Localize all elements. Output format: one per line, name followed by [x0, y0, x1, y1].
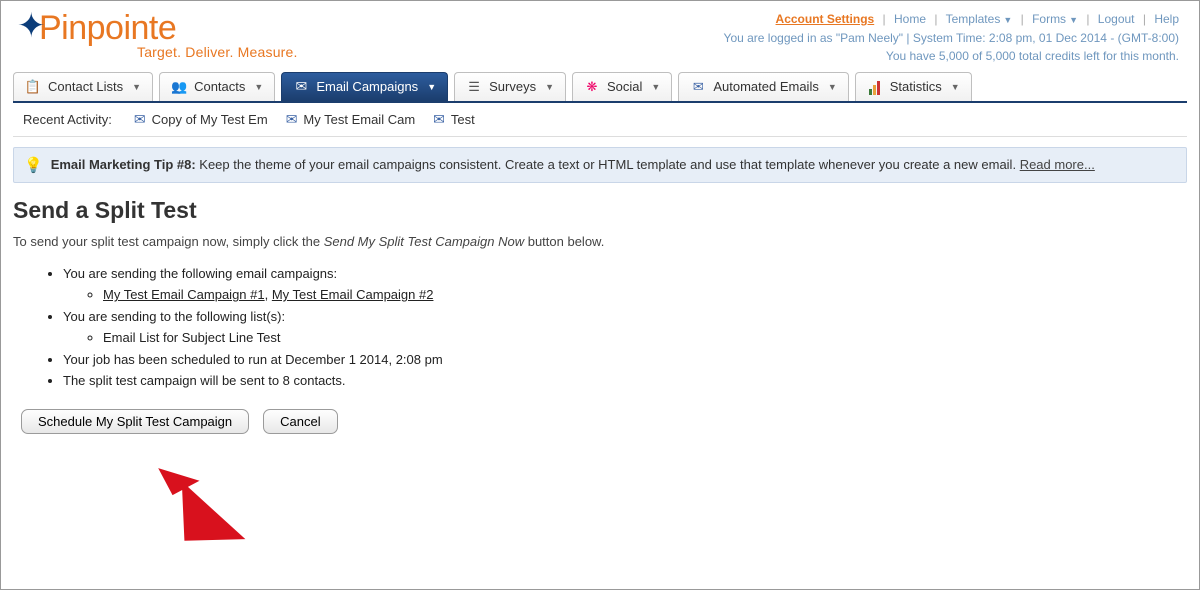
list-item: You are sending the following email camp… — [63, 263, 1187, 306]
tip-body: Keep the theme of your email campaigns c… — [199, 157, 1016, 172]
tab-social[interactable]: ❋ Social ▼ — [572, 72, 672, 101]
chevron-down-icon: ▼ — [828, 82, 837, 92]
brand-logo: ✦ Pinpointe Target. Deliver. Measure. — [13, 8, 298, 60]
automation-icon: ✉ — [690, 79, 706, 95]
tab-contacts[interactable]: 👥 Contacts ▼ — [159, 72, 275, 101]
campaign-link[interactable]: My Test Email Campaign #1 — [103, 287, 265, 302]
link-logout[interactable]: Logout — [1098, 12, 1135, 26]
recent-item[interactable]: ✉ Test — [433, 111, 475, 128]
list-item: Email List for Subject Line Test — [103, 327, 1187, 348]
tab-email-campaigns[interactable]: Email Campaigns ▼ — [281, 72, 448, 101]
main-nav: 📋 Contact Lists ▼ 👥 Contacts ▼ Email Cam… — [13, 72, 1187, 103]
chevron-down-icon: ▼ — [545, 82, 554, 92]
envelope-icon: ✉ — [286, 111, 298, 128]
list-item: You are sending to the following list(s)… — [63, 306, 1187, 349]
chevron-down-icon: ▼ — [951, 82, 960, 92]
recent-activity-bar: Recent Activity: ✉ Copy of My Test Em ✉ … — [13, 103, 1187, 137]
details-list: You are sending the following email camp… — [13, 263, 1187, 392]
schedule-button[interactable]: Schedule My Split Test Campaign — [21, 409, 249, 434]
callout-arrow-icon — [141, 456, 251, 579]
link-home[interactable]: Home — [894, 12, 926, 26]
recent-item[interactable]: ✉ My Test Email Cam — [286, 111, 415, 128]
list-item: Your job has been scheduled to run at De… — [63, 349, 1187, 370]
recent-activity-label: Recent Activity: — [23, 112, 112, 127]
lightbulb-icon: 💡 — [24, 156, 43, 174]
link-templates[interactable]: Templates▼ — [946, 12, 1013, 26]
chevron-down-icon: ▼ — [1069, 15, 1078, 25]
contacts-icon: 👥 — [171, 79, 187, 95]
envelope-icon: ✉ — [134, 111, 146, 128]
chevron-down-icon: ▼ — [427, 82, 436, 92]
logo-star-icon: ✦ — [17, 6, 45, 46]
envelope-icon — [293, 79, 309, 95]
bar-chart-icon — [867, 79, 883, 95]
list-item: My Test Email Campaign #1, My Test Email… — [103, 284, 1187, 305]
recent-item[interactable]: ✉ Copy of My Test Em — [134, 111, 268, 128]
list-icon: 📋 — [25, 79, 41, 95]
cancel-button[interactable]: Cancel — [263, 409, 337, 434]
link-help[interactable]: Help — [1154, 12, 1179, 26]
tip-banner: 💡 Email Marketing Tip #8: Keep the theme… — [13, 147, 1187, 183]
top-links: Account Settings | Home | Templates▼ | F… — [724, 10, 1179, 29]
tab-statistics[interactable]: Statistics ▼ — [855, 72, 972, 101]
page-title: Send a Split Test — [13, 197, 1187, 224]
tab-contact-lists[interactable]: 📋 Contact Lists ▼ — [13, 72, 153, 101]
status-credits: You have 5,000 of 5,000 total credits le… — [724, 47, 1179, 66]
brand-name: Pinpointe — [39, 9, 176, 48]
page-intro: To send your split test campaign now, si… — [13, 234, 1187, 249]
envelope-icon: ✉ — [433, 111, 445, 128]
chevron-down-icon: ▼ — [1003, 15, 1012, 25]
tab-surveys[interactable]: Surveys ▼ — [454, 72, 566, 101]
chevron-down-icon: ▼ — [651, 82, 660, 92]
list-item: The split test campaign will be sent to … — [63, 370, 1187, 391]
tab-automated-emails[interactable]: ✉ Automated Emails ▼ — [678, 72, 848, 101]
campaign-link[interactable]: My Test Email Campaign #2 — [272, 287, 434, 302]
tip-read-more[interactable]: Read more... — [1020, 157, 1095, 172]
link-forms[interactable]: Forms▼ — [1032, 12, 1078, 26]
social-icon: ❋ — [584, 79, 600, 95]
status-logged-in: You are logged in as "Pam Neely" | Syste… — [724, 29, 1179, 48]
link-account-settings[interactable]: Account Settings — [776, 12, 875, 26]
chevron-down-icon: ▼ — [254, 82, 263, 92]
chevron-down-icon: ▼ — [132, 82, 141, 92]
survey-icon — [466, 79, 482, 95]
tip-title: Email Marketing Tip #8: — [51, 157, 196, 172]
